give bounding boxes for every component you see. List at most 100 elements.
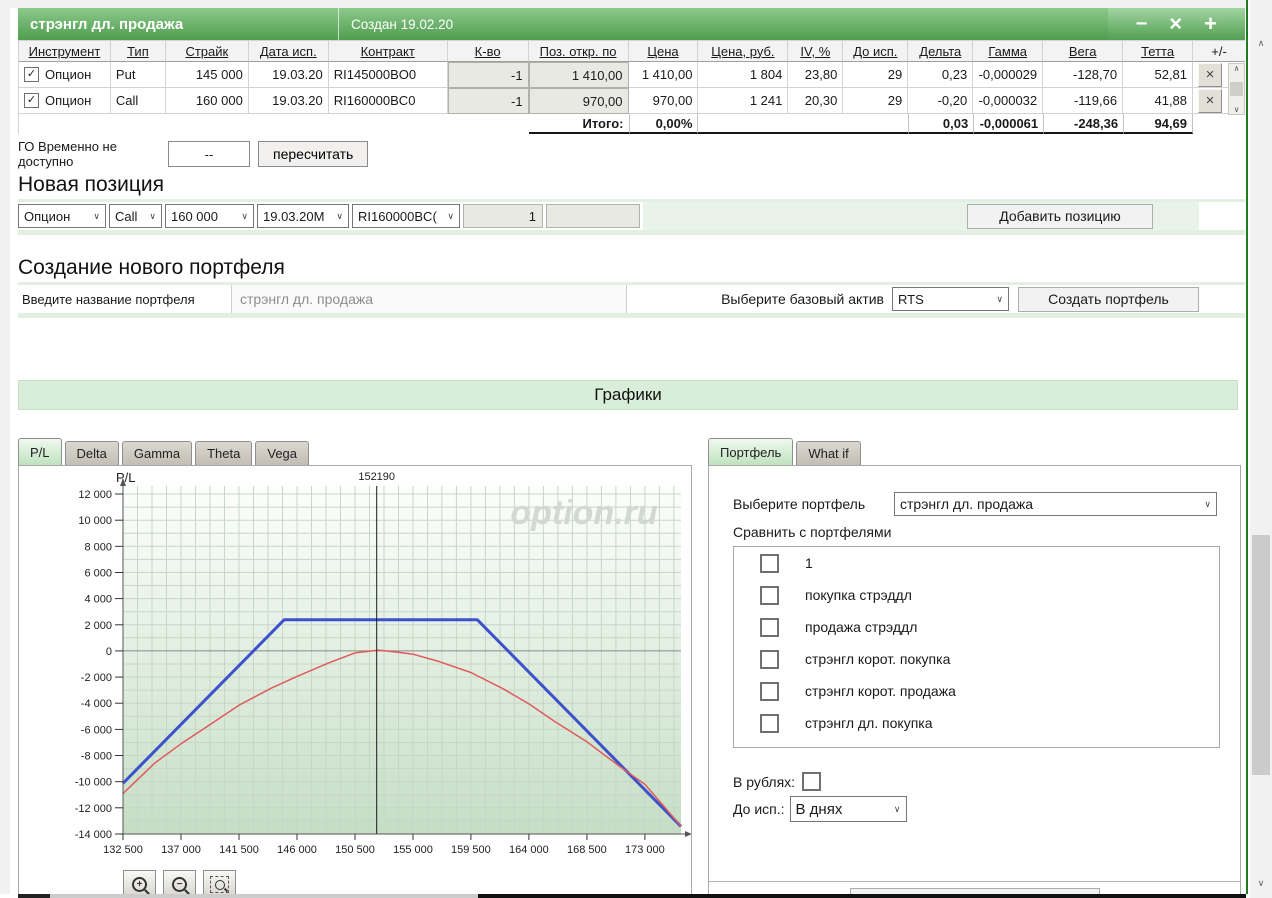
tab-p-l[interactable]: P/L [18, 438, 62, 465]
col-header-label[interactable]: Дельта [919, 44, 961, 59]
tab-vega[interactable]: Vega [255, 441, 310, 465]
totals-label: Итого: [528, 114, 629, 134]
delete-row-icon[interactable]: × [1198, 88, 1223, 113]
base-asset-select[interactable]: RTS ∨ [892, 287, 1009, 311]
create-portfolio-button[interactable]: Создать портфель [1018, 286, 1199, 312]
page-scrollbar[interactable]: ∧ ∨ [1250, 0, 1272, 898]
col-header-label[interactable]: Цена [647, 44, 678, 59]
compare-checkbox[interactable] [760, 713, 779, 733]
strike-cell: 160 000 [165, 88, 249, 114]
hscroll-thumb[interactable] [478, 894, 1246, 898]
date-select[interactable]: 19.03.20M ∨ [257, 204, 349, 228]
svg-text:-6 000: -6 000 [81, 724, 112, 736]
minimize-icon[interactable]: − [1136, 14, 1148, 34]
col-header-label[interactable]: Инструмент [29, 44, 101, 59]
tab-gamma[interactable]: Gamma [121, 441, 193, 465]
rubles-checkbox[interactable] [802, 772, 822, 791]
col-header-label[interactable]: Тетта [1141, 44, 1174, 59]
col-header-label[interactable]: Контракт [361, 44, 415, 59]
col-header-label[interactable]: Тип [127, 44, 149, 59]
compare-item-label: стрэнгл корот. покупка [805, 651, 951, 667]
contract-select[interactable]: RI160000BC(∨ [352, 204, 460, 228]
compare-checkbox[interactable] [760, 681, 779, 701]
contract-select-value: RI160000BC( [358, 208, 437, 224]
scrollbar-thumb[interactable] [1230, 82, 1243, 96]
svg-text:-14 000: -14 000 [75, 829, 112, 841]
qty-cell[interactable]: -1 [447, 62, 529, 88]
open-pos-cell[interactable]: 970,00 [528, 88, 629, 114]
empty-cell [447, 114, 529, 134]
go-value-field[interactable]: -- [168, 141, 250, 167]
col-header-label[interactable]: IV, % [800, 44, 830, 59]
compare-checkbox[interactable] [760, 649, 779, 669]
compare-checkbox[interactable] [760, 585, 779, 605]
col-header-label[interactable]: К-во [475, 44, 501, 59]
tab-портфель[interactable]: Портфель [708, 438, 794, 465]
compare-checkbox[interactable] [760, 553, 779, 573]
instrument-label: Опцион [45, 93, 92, 108]
row-checkbox-checked[interactable]: ✓ [24, 67, 39, 82]
col-header-label[interactable]: Страйк [185, 44, 228, 59]
col-header-label[interactable]: Вега [1069, 44, 1097, 59]
portfolio-name-input[interactable] [232, 285, 626, 313]
col-header-label[interactable]: Дата исп. [260, 44, 317, 59]
svg-text:10 000: 10 000 [78, 515, 112, 527]
svg-text:-12 000: -12 000 [75, 803, 112, 815]
empty-field[interactable] [546, 204, 640, 228]
svg-text:-8 000: -8 000 [81, 751, 112, 763]
new-position-row: Опцион ∨ Call ∨ 160 000 ∨ 19.03.20M ∨ RI1600… [18, 199, 1245, 235]
col-header-label[interactable]: Поз. откр. по [540, 44, 617, 59]
scroll-down-icon[interactable]: ∨ [1250, 878, 1272, 889]
compare-checkbox[interactable] [760, 617, 779, 637]
col-header-label[interactable]: Цена, руб. [711, 44, 774, 59]
type-select[interactable]: Call ∨ [109, 204, 162, 228]
portfolio-tabs: Портфель What if [708, 438, 1241, 465]
instrument-select[interactable]: Опцион ∨ [18, 204, 106, 228]
col-header-label[interactable]: До исп. [853, 44, 897, 59]
open-pos-cell[interactable]: 1 410,00 [528, 62, 629, 88]
empty-cell [248, 114, 329, 134]
days-select-value: В днях [795, 800, 843, 818]
horizontal-scrollbar[interactable] [0, 894, 1246, 898]
close-icon[interactable]: × [1169, 13, 1182, 35]
instrument-label: Опцион [45, 67, 92, 82]
col-header: Поз. откр. по [528, 40, 629, 62]
row-checkbox-checked[interactable]: ✓ [24, 93, 39, 108]
delete-row-icon[interactable]: × [1198, 62, 1223, 87]
strike-select[interactable]: 160 000 ∨ [165, 204, 254, 228]
tab-theta[interactable]: Theta [195, 441, 253, 465]
qty-cell[interactable]: -1 [447, 88, 529, 114]
charts-panels: P/L Delta Gamma Theta Vega option.ru 152190 P/… [18, 438, 1245, 898]
quantity-field[interactable]: 1 [463, 204, 543, 228]
svg-text:-2 000: -2 000 [81, 672, 112, 684]
portfolio-title: стрэнгл дл. продажа [18, 8, 339, 40]
empty-cell [165, 114, 249, 134]
price-cell: 1 410,00 [628, 62, 699, 88]
svg-text:4 000: 4 000 [84, 594, 112, 606]
add-position-button[interactable]: Добавить позицию [967, 203, 1153, 229]
days-cell: 29 [843, 88, 909, 114]
svg-text:159 500: 159 500 [451, 844, 491, 856]
days-select[interactable]: В днях ∨ [789, 796, 907, 822]
scroll-up-icon[interactable]: ∧ [1234, 64, 1240, 73]
tab-what-if[interactable]: What if [796, 441, 861, 465]
portfolio-select[interactable]: стрэнгл дл. продажа ∨ [894, 492, 1217, 516]
exp-date-cell: 19.03.20 [248, 62, 329, 88]
svg-text:P/L: P/L [116, 470, 136, 485]
add-icon[interactable]: + [1204, 13, 1217, 35]
scroll-up-icon[interactable]: ∧ [1250, 38, 1272, 49]
scrollbar-thumb[interactable] [1252, 535, 1270, 775]
recalculate-button[interactable]: пересчитать [258, 141, 369, 167]
pl-chart[interactable]: option.ru 152190 P/L 12 000 10 000 8 000 6 000… [19, 468, 691, 862]
hscroll-track [0, 894, 18, 898]
portfolio-titlebar: стрэнгл дл. продажа Создан 19.02.20 − × … [18, 8, 1245, 40]
tab-delta[interactable]: Delta [64, 441, 119, 465]
compare-list-item: стрэнгл дл. покупка [734, 707, 1219, 739]
table-scrollbar[interactable]: ∧ ∨ [1228, 63, 1245, 115]
col-header-label[interactable]: Гамма [988, 44, 1027, 59]
scroll-down-icon[interactable]: ∨ [1234, 105, 1240, 114]
days-label: До исп.: [733, 801, 785, 817]
hscroll-thumb[interactable] [18, 894, 50, 898]
empty-cell [843, 114, 909, 134]
